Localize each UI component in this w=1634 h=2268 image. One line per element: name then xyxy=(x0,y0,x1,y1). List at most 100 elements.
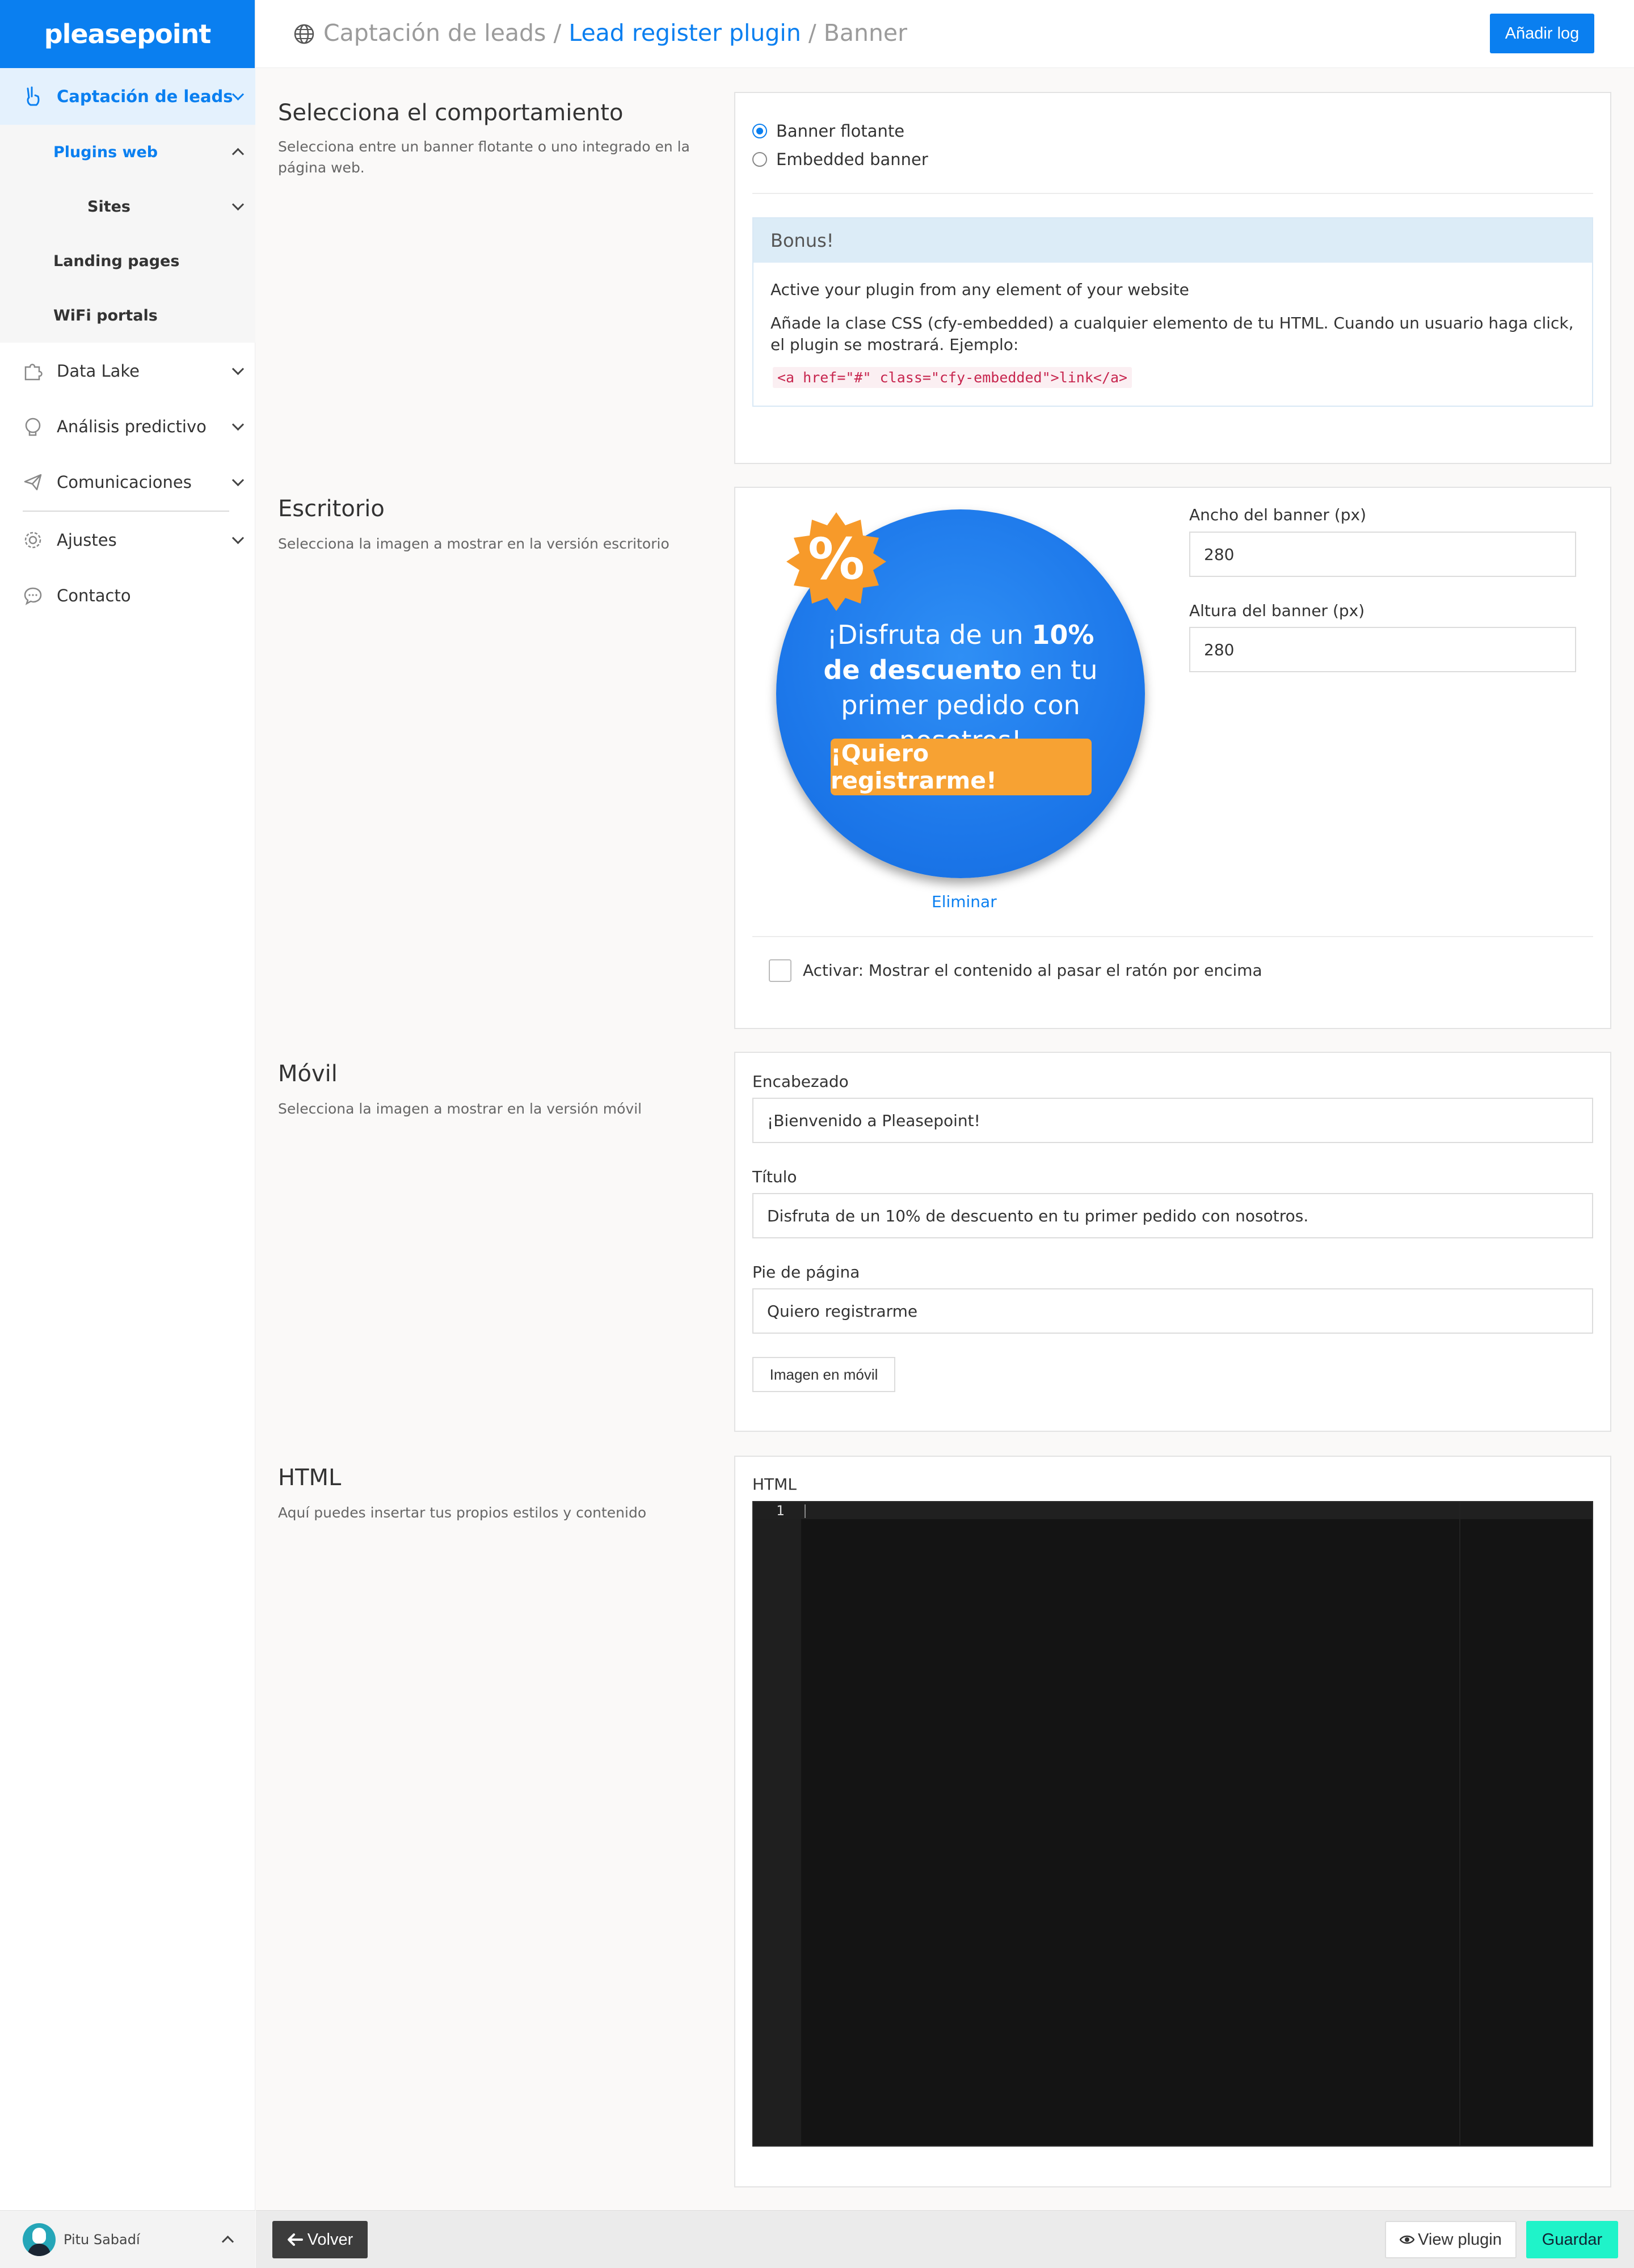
sidebar-subitem-label: WiFi portals xyxy=(53,306,158,324)
add-log-button[interactable]: Añadir log xyxy=(1490,14,1594,53)
radio-label: Banner flotante xyxy=(776,121,905,141)
discount-badge-text: % xyxy=(808,526,865,592)
banner-width-label: Ancho del banner (px) xyxy=(1189,505,1367,524)
html-code-editor[interactable]: 1 xyxy=(752,1501,1593,2147)
mobile-footer-label: Pie de página xyxy=(752,1263,860,1281)
html-editor-label: HTML xyxy=(752,1475,797,1494)
bonus-title: Bonus! xyxy=(753,218,1592,263)
globe-icon xyxy=(294,24,314,44)
discount-badge-icon: % xyxy=(786,512,886,611)
chevron-down-icon[interactable] xyxy=(230,532,246,548)
radio-embedded-banner[interactable]: Embedded banner xyxy=(752,150,928,169)
delete-image-link[interactable]: Eliminar xyxy=(932,892,997,911)
gear-icon xyxy=(23,530,43,550)
sidebar-item-label: Captación de leads xyxy=(57,87,233,106)
editor-active-line xyxy=(753,1502,1592,1519)
section-description-html: Aquí puedes insertar tus propios estilos… xyxy=(278,1504,647,1521)
bonus-line-2: Añade la clase CSS (cfy-embedded) a cual… xyxy=(770,314,1574,354)
banner-image: ¡Disfruta de un 10% de descuento en tu p… xyxy=(776,509,1145,878)
section-description-mobile: Selecciona la imagen a mostrar en la ver… xyxy=(278,1101,642,1117)
chevron-down-icon[interactable] xyxy=(230,199,246,214)
chat-icon xyxy=(23,585,43,606)
sidebar-item-analisis[interactable]: Análisis predictivo xyxy=(0,399,255,454)
hover-checkbox-label: Activar: Mostrar el contenido al pasar e… xyxy=(803,961,1262,980)
avatar[interactable] xyxy=(23,2223,56,2256)
editor-cursor xyxy=(805,1504,806,1518)
chevron-up-icon[interactable] xyxy=(230,144,246,160)
breadcrumb-item-lead-register[interactable]: Lead register plugin xyxy=(568,19,801,47)
sidebar-item-label: Contacto xyxy=(57,586,131,605)
breadcrumb-separator: / xyxy=(801,19,824,47)
hand-peace-icon xyxy=(23,86,43,107)
banner-height-input[interactable] xyxy=(1189,627,1576,672)
sidebar-subitem-label: Sites xyxy=(87,197,130,216)
sidebar: pleasepoint Captación de leads Plugins w… xyxy=(0,0,255,2268)
logo-bar[interactable]: pleasepoint xyxy=(0,0,255,68)
sidebar-subitem-label: Plugins web xyxy=(53,143,158,161)
banner-width-input[interactable] xyxy=(1189,532,1576,577)
sidebar-subnav: Plugins web Sites Landing pages WiFi por… xyxy=(0,125,255,343)
sidebar-item-label: Comunicaciones xyxy=(57,473,192,492)
chevron-up-icon[interactable] xyxy=(220,2232,235,2248)
mobile-image-button[interactable]: Imagen en móvil xyxy=(752,1357,895,1392)
bonus-box: Bonus! Active your plugin from any eleme… xyxy=(752,217,1593,407)
hover-checkbox[interactable] xyxy=(769,959,791,982)
sidebar-subitem-sites[interactable]: Sites xyxy=(0,179,255,234)
bonus-line-1: Active your plugin from any element of y… xyxy=(770,280,1189,299)
section-title-mobile: Móvil xyxy=(278,1061,338,1087)
mobile-title-label: Título xyxy=(752,1167,797,1186)
mobile-header-label: Encabezado xyxy=(752,1072,849,1091)
divider xyxy=(752,936,1593,937)
sidebar-subitem-landing-pages[interactable]: Landing pages xyxy=(0,234,255,288)
view-plugin-button[interactable]: View plugin xyxy=(1385,2221,1517,2258)
sidebar-subitem-wifi-portals[interactable]: WiFi portals xyxy=(0,288,255,343)
sidebar-item-contacto[interactable]: Contacto xyxy=(0,568,255,623)
chevron-down-icon[interactable] xyxy=(230,88,246,104)
radio-label: Embedded banner xyxy=(776,150,928,169)
editor-line-number: 1 xyxy=(776,1503,785,1519)
chevron-down-icon[interactable] xyxy=(230,474,246,490)
brain-icon xyxy=(23,416,43,437)
section-title-behavior: Selecciona el comportamiento xyxy=(278,100,624,126)
radio-banner-flotante[interactable]: Banner flotante xyxy=(752,121,904,141)
back-button[interactable]: Volver xyxy=(272,2221,368,2258)
sidebar-item-comunicaciones[interactable]: Comunicaciones xyxy=(0,455,255,509)
mobile-footer-input[interactable] xyxy=(752,1288,1593,1334)
arrow-left-icon xyxy=(287,2233,303,2246)
sidebar-item-label: Data Lake xyxy=(57,361,140,381)
editor-print-margin xyxy=(1459,1502,1460,2145)
sidebar-item-ajustes[interactable]: Ajustes xyxy=(0,513,255,567)
divider xyxy=(752,193,1593,194)
radio-button-checked[interactable] xyxy=(752,124,767,138)
banner-cta: ¡Quiero registrarme! xyxy=(831,739,1092,795)
sidebar-item-captacion[interactable]: Captación de leads xyxy=(0,68,255,125)
view-plugin-label: View plugin xyxy=(1418,2230,1502,2249)
banner-text-part: ¡Disfruta de un xyxy=(827,619,1032,650)
chevron-down-icon[interactable] xyxy=(230,363,246,379)
banner-height-label: Altura del banner (px) xyxy=(1189,601,1365,620)
section-title-desktop: Escritorio xyxy=(278,496,385,522)
banner-text: ¡Disfruta de un 10% de descuento en tu p… xyxy=(805,617,1117,758)
radio-button[interactable] xyxy=(752,152,767,167)
breadcrumb-item-banner: Banner xyxy=(823,19,908,47)
section-description-behavior: Selecciona entre un banner flotante o un… xyxy=(278,138,690,176)
mobile-header-input[interactable] xyxy=(752,1098,1593,1143)
user-bar[interactable]: Pitu Sabadí xyxy=(0,2210,255,2268)
breadcrumb-item-captacion[interactable]: Captación de leads xyxy=(323,19,546,47)
paper-plane-icon xyxy=(23,472,43,492)
sidebar-subitem-plugins-web[interactable]: Plugins web xyxy=(0,125,255,179)
eye-icon xyxy=(1400,2235,1415,2244)
chevron-down-icon[interactable] xyxy=(230,419,246,435)
breadcrumb-separator: / xyxy=(546,19,569,47)
save-button[interactable]: Guardar xyxy=(1526,2221,1618,2258)
sidebar-item-data-lake[interactable]: Data Lake xyxy=(0,344,255,398)
sidebar-subitem-label: Landing pages xyxy=(53,252,180,270)
back-button-label: Volver xyxy=(307,2230,353,2249)
bonus-code: <a href="#" class="cfy-embedded">link</a… xyxy=(773,367,1132,388)
sidebar-item-label: Ajustes xyxy=(57,530,117,550)
mobile-title-input[interactable] xyxy=(752,1193,1593,1238)
puzzle-icon xyxy=(23,361,43,381)
logo[interactable]: pleasepoint xyxy=(44,19,212,49)
section-title-html: HTML xyxy=(278,1465,342,1491)
editor-gutter xyxy=(753,1502,801,2145)
